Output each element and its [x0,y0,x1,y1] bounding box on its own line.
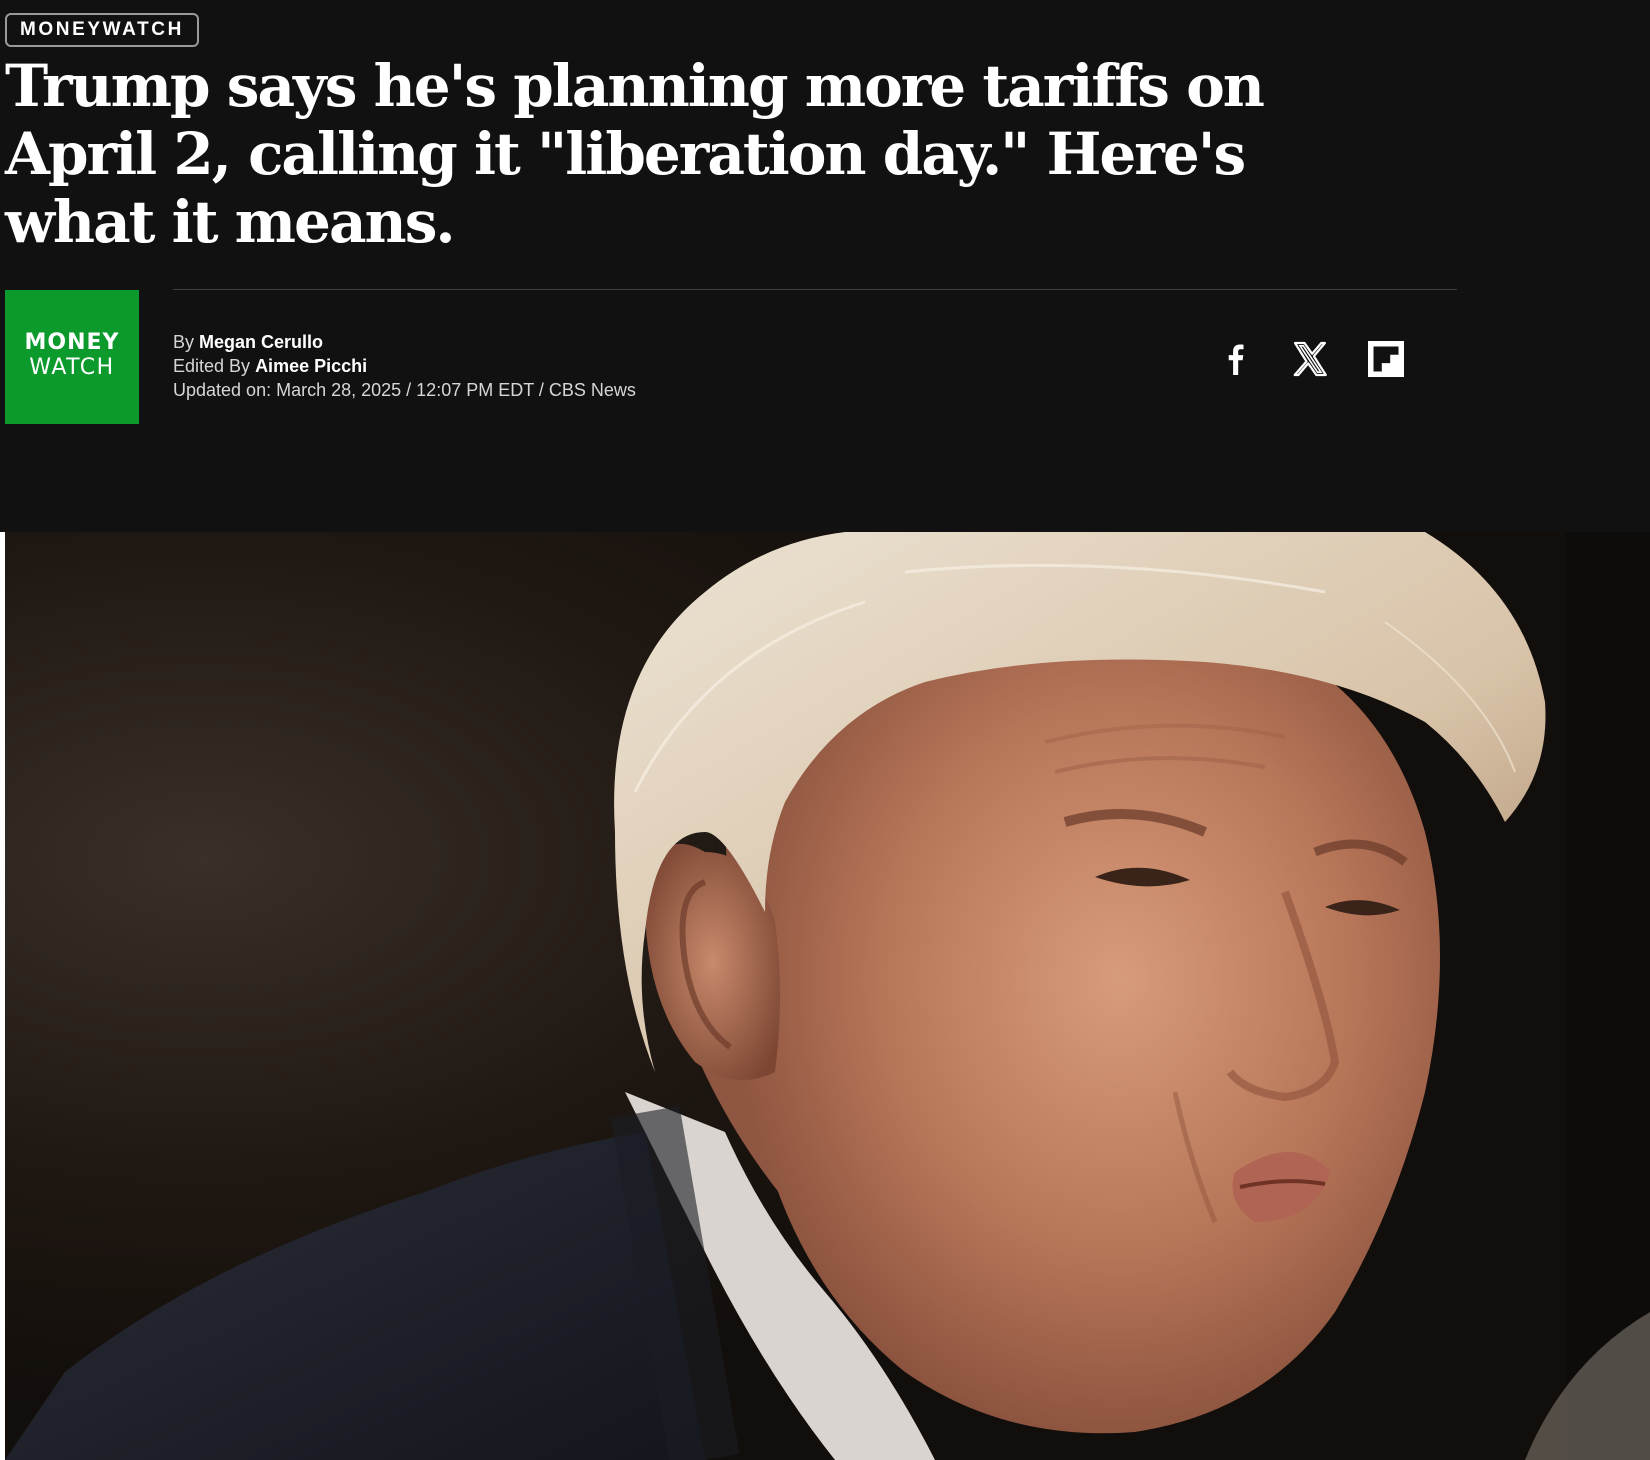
byline: By Megan Cerullo Edited By Aimee Picchi … [173,330,636,402]
author-row: By Megan Cerullo [173,330,636,354]
editor-row: Edited By Aimee Picchi [173,354,636,378]
updated-row: Updated on: March 28, 2025 / 12:07 PM ED… [173,378,636,402]
updated-prefix: Updated on: [173,380,272,400]
facebook-icon [1228,344,1244,375]
flipboard-icon [1368,341,1404,377]
portrait-photo [5,532,1650,1460]
hero-image [5,532,1650,1460]
author-prefix: By [173,332,195,352]
logo-line-money: MONEY [24,330,120,355]
article-header: MONEYWATCH Trump says he's planning more… [0,0,1650,532]
x-icon [1293,341,1327,377]
share-facebook-button[interactable] [1214,337,1258,381]
article-page: MONEYWATCH Trump says he's planning more… [0,0,1650,1460]
logo-line-watch: WATCH [29,355,115,380]
byline-divider [173,289,1457,290]
section-tag[interactable]: MONEYWATCH [5,13,199,47]
article-headline: Trump says he's planning more tariffs on… [5,52,1265,256]
moneywatch-logo: MONEY WATCH [5,290,139,424]
author-link[interactable]: Megan Cerullo [199,332,323,352]
editor-link[interactable]: Aimee Picchi [255,356,367,376]
share-flipboard-button[interactable] [1364,337,1408,381]
updated-timestamp: March 28, 2025 / 12:07 PM EDT / CBS News [276,380,636,400]
share-x-button[interactable] [1288,337,1332,381]
editor-prefix: Edited By [173,356,251,376]
